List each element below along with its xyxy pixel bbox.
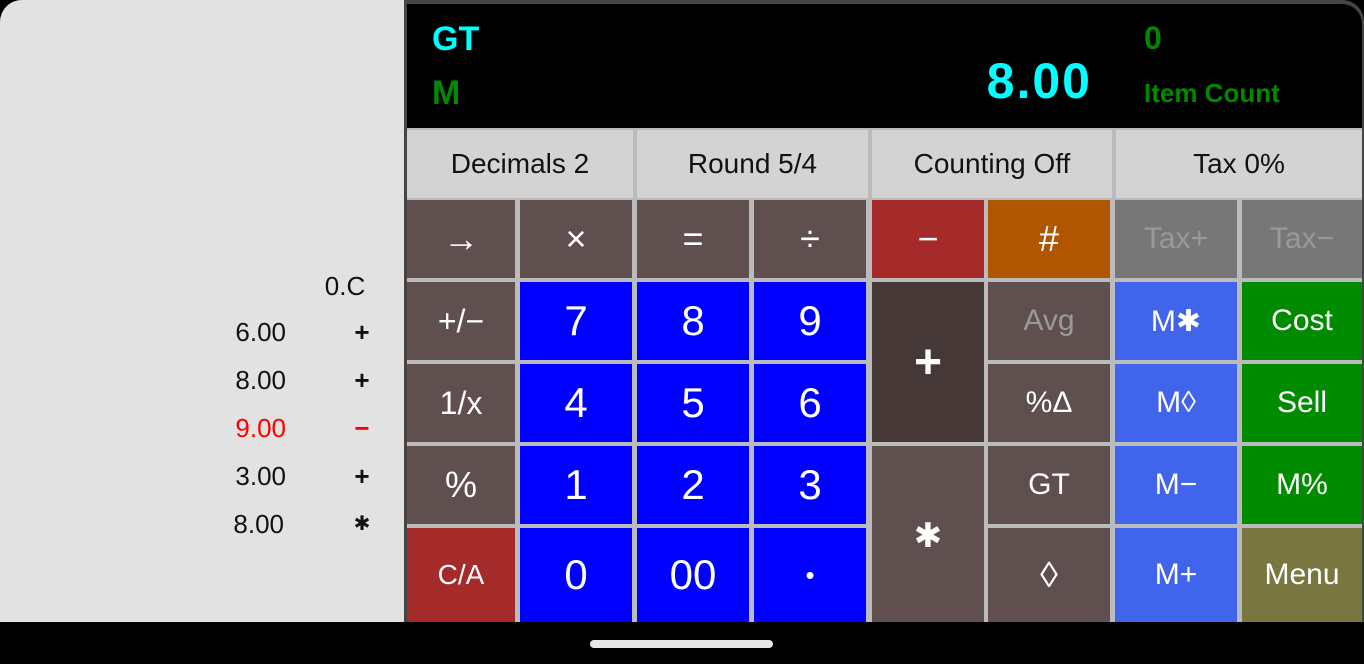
digit-8-key[interactable]: 8 bbox=[637, 282, 749, 360]
percent-key[interactable]: % bbox=[407, 446, 515, 524]
count-key[interactable]: # bbox=[988, 200, 1110, 278]
memory-total-key[interactable]: M✱ bbox=[1115, 282, 1237, 360]
tape-operator: + bbox=[354, 461, 370, 491]
decimal-point-key[interactable]: • bbox=[754, 528, 866, 622]
menu-key[interactable]: Menu bbox=[1242, 528, 1362, 622]
item-count-label: Item Count bbox=[1144, 78, 1280, 108]
average-key[interactable]: Avg bbox=[988, 282, 1110, 360]
memory-indicator: M bbox=[432, 74, 461, 112]
tax-minus-key[interactable]: Tax− bbox=[1242, 200, 1362, 278]
tape-value: 8.00 bbox=[235, 365, 286, 395]
settings-bar: Decimals 2 Round 5/4 Counting Off Tax 0% bbox=[407, 128, 1362, 198]
plus-key[interactable]: + bbox=[872, 282, 984, 442]
memory-minus-key[interactable]: M− bbox=[1115, 446, 1237, 524]
item-count-value: 0 bbox=[1144, 20, 1162, 56]
memory-plus-key[interactable]: M+ bbox=[1115, 528, 1237, 622]
clear-all-key[interactable]: C/A bbox=[407, 528, 515, 622]
digit-7-key[interactable]: 7 bbox=[520, 282, 632, 360]
rounding-setting[interactable]: Round 5/4 bbox=[637, 130, 868, 198]
margin-key[interactable]: M% bbox=[1242, 446, 1362, 524]
tape-value: 3.00 bbox=[235, 461, 286, 491]
digit-4-key[interactable]: 4 bbox=[520, 364, 632, 442]
home-gesture-handle[interactable] bbox=[590, 640, 773, 648]
tape-operator: + bbox=[354, 317, 370, 347]
tape-value: 8.00 bbox=[233, 509, 284, 539]
tax-plus-key[interactable]: Tax+ bbox=[1115, 200, 1237, 278]
memory-subtotal-key[interactable]: M◊ bbox=[1115, 364, 1237, 442]
tape-row: 9.00 − bbox=[0, 406, 404, 450]
tape-clear-entry: 0.C bbox=[324, 271, 366, 301]
tape-value: 9.00 bbox=[235, 413, 286, 443]
total-key[interactable]: ✱ bbox=[872, 446, 984, 622]
reciprocal-key[interactable]: 1/x bbox=[407, 364, 515, 442]
subtotal-key[interactable]: ◊ bbox=[988, 528, 1110, 622]
tape-row: 8.00 + bbox=[0, 358, 404, 402]
keypad: → × = ÷ − # Tax+ Tax− +/− 1/x % C/A 7 8 … bbox=[407, 198, 1362, 622]
navigation-bar bbox=[0, 622, 1364, 664]
multiply-key[interactable]: × bbox=[520, 200, 632, 278]
digit-2-key[interactable]: 2 bbox=[637, 446, 749, 524]
tape-operator: + bbox=[354, 365, 370, 395]
grand-total-key[interactable]: GT bbox=[988, 446, 1110, 524]
tape-value: 6.00 bbox=[235, 317, 286, 347]
counting-setting[interactable]: Counting Off bbox=[872, 130, 1112, 198]
digit-0-key[interactable]: 0 bbox=[520, 528, 632, 622]
tape-operator: − bbox=[354, 413, 370, 443]
screen: 0.C 6.00 + 8.00 + 9.00 − 3.00 + 8.00 ✱ G… bbox=[0, 0, 1364, 622]
decimals-setting[interactable]: Decimals 2 bbox=[407, 130, 633, 198]
paper-tape[interactable]: 0.C 6.00 + 8.00 + 9.00 − 3.00 + 8.00 ✱ bbox=[0, 0, 404, 622]
minus-key[interactable]: − bbox=[872, 200, 984, 278]
cost-key[interactable]: Cost bbox=[1242, 282, 1362, 360]
tax-setting[interactable]: Tax 0% bbox=[1116, 130, 1362, 198]
digit-6-key[interactable]: 6 bbox=[754, 364, 866, 442]
tape-row: 6.00 + bbox=[0, 310, 404, 354]
divide-key[interactable]: ÷ bbox=[754, 200, 866, 278]
enter-arrow-key[interactable]: → bbox=[407, 200, 515, 278]
digit-5-key[interactable]: 5 bbox=[637, 364, 749, 442]
display-value: 8.00 bbox=[986, 53, 1092, 109]
digit-9-key[interactable]: 9 bbox=[754, 282, 866, 360]
tape-row: 8.00 ✱ bbox=[0, 502, 404, 546]
sell-key[interactable]: Sell bbox=[1242, 364, 1362, 442]
digit-3-key[interactable]: 3 bbox=[754, 446, 866, 524]
gt-indicator: GT bbox=[432, 20, 480, 58]
display: GT M 8.00 0 Item Count bbox=[407, 4, 1362, 128]
tape-operator: ✱ bbox=[353, 513, 371, 535]
digit-00-key[interactable]: 00 bbox=[637, 528, 749, 622]
digit-1-key[interactable]: 1 bbox=[520, 446, 632, 524]
percent-change-key[interactable]: %Δ bbox=[988, 364, 1110, 442]
calculator: GT M 8.00 0 Item Count Decimals 2 Round … bbox=[405, 0, 1364, 622]
equals-key[interactable]: = bbox=[637, 200, 749, 278]
plus-minus-key[interactable]: +/− bbox=[407, 282, 515, 360]
tape-row: 3.00 + bbox=[0, 454, 404, 498]
